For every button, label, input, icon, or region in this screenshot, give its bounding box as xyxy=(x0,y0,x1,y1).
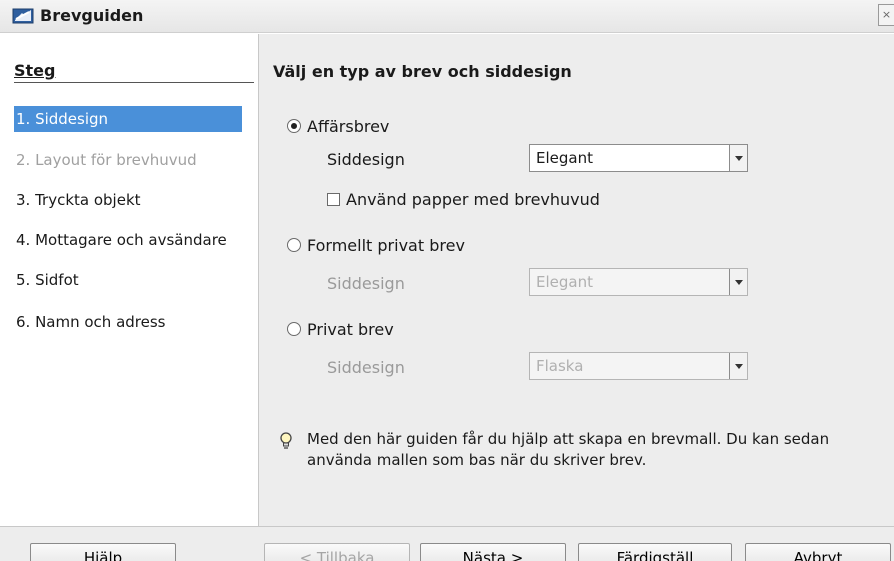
title-bar: Brevguiden × xyxy=(0,0,894,33)
steps-divider xyxy=(14,82,254,83)
dropdown-value: Elegant xyxy=(536,149,593,167)
radio-button[interactable] xyxy=(287,238,301,252)
steps-heading: Steg xyxy=(14,61,56,80)
step-tryckta-objekt[interactable]: 3. Tryckta objekt xyxy=(14,187,242,213)
step-siddesign[interactable]: 1. Siddesign xyxy=(14,106,242,132)
help-button[interactable]: Hjälp xyxy=(30,543,176,561)
letterhead-checkbox-row[interactable]: Använd papper med brevhuvud xyxy=(327,189,600,209)
step-sidfot[interactable]: 5. Sidfot xyxy=(14,267,242,293)
radio-label: Formellt privat brev xyxy=(307,235,465,255)
main-pane: Välj en typ av brev och siddesign Affärs… xyxy=(259,34,894,526)
back-button[interactable]: < Tillbaka xyxy=(264,543,410,561)
radio-affarsbrev[interactable]: Affärsbrev xyxy=(287,115,389,137)
siddesign-label: Siddesign xyxy=(327,274,405,293)
step-mottagare-avsandare[interactable]: 4. Mottagare och avsändare xyxy=(14,227,242,253)
page-title: Välj en typ av brev och siddesign xyxy=(273,62,572,81)
siddesign-label: Siddesign xyxy=(327,150,405,169)
chevron-down-icon[interactable] xyxy=(729,269,747,295)
step-namn-adress[interactable]: 6. Namn och adress xyxy=(14,309,242,335)
wizard-icon xyxy=(12,8,34,24)
steps-sidebar: Steg 1. Siddesign 2. Layout för brevhuvu… xyxy=(0,34,258,526)
letterhead-checkbox-label: Använd papper med brevhuvud xyxy=(346,189,600,209)
cancel-button[interactable]: Avbryt xyxy=(745,543,891,561)
chevron-down-icon[interactable] xyxy=(729,145,747,171)
close-icon[interactable]: × xyxy=(878,4,894,26)
info-text: Med den här guiden får du hjälp att skap… xyxy=(307,430,830,469)
siddesign-dropdown-affarsbrev[interactable]: Elegant xyxy=(529,144,748,172)
step-layout-brevhuvud[interactable]: 2. Layout för brevhuvud xyxy=(14,147,242,173)
button-bar: Hjälp < Tillbaka Nästa > Färdigställ Avb… xyxy=(0,526,894,561)
dropdown-value: Flaska xyxy=(536,357,584,375)
radio-formellt-privat-brev[interactable]: Formellt privat brev xyxy=(287,234,465,256)
finish-button[interactable]: Färdigställ xyxy=(578,543,732,561)
radio-button[interactable] xyxy=(287,322,301,336)
siddesign-label: Siddesign xyxy=(327,358,405,377)
window-title: Brevguiden xyxy=(40,6,144,25)
letterhead-checkbox[interactable] xyxy=(327,192,340,206)
siddesign-dropdown-formellt[interactable]: Elegant xyxy=(529,268,748,296)
radio-button[interactable] xyxy=(287,119,301,133)
chevron-down-icon[interactable] xyxy=(729,353,747,379)
siddesign-dropdown-privat[interactable]: Flaska xyxy=(529,352,748,380)
dropdown-value: Elegant xyxy=(536,273,593,291)
radio-label: Affärsbrev xyxy=(307,116,390,136)
radio-label: Privat brev xyxy=(307,319,394,339)
radio-privat-brev[interactable]: Privat brev xyxy=(287,318,394,340)
next-button[interactable]: Nästa > xyxy=(420,543,566,561)
